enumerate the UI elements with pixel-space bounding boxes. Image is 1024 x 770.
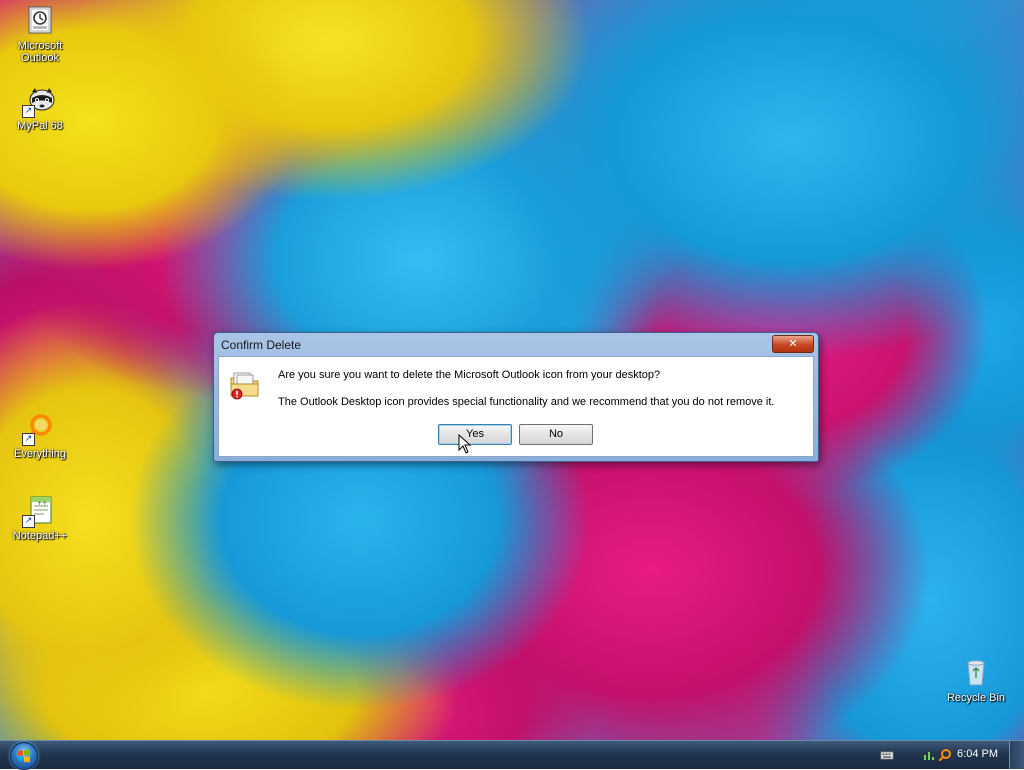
shortcut-arrow-icon: ↗ xyxy=(22,515,35,528)
start-button[interactable] xyxy=(10,742,38,770)
dialog-titlebar[interactable]: Confirm Delete ✕ xyxy=(214,333,818,355)
desktop-icon-notepadpp[interactable]: ++ ↗ Notepad++ xyxy=(2,494,78,542)
mypal-raccoon-icon: ↗ xyxy=(22,84,56,118)
shortcut-arrow-icon: ↗ xyxy=(22,433,35,446)
desktop-icon-label: Microsoft Outlook xyxy=(17,40,63,64)
shortcut-arrow-icon: ↗ xyxy=(22,105,35,118)
confirm-delete-dialog: Confirm Delete ✕ Are you sure you want t… xyxy=(213,332,819,462)
desktop-icon-label: Recycle Bin xyxy=(946,692,1006,704)
everything-search-icon: ↗ xyxy=(22,412,56,446)
desktop-icon-label: Everything xyxy=(14,448,66,460)
desktop-icon-label: MyPal 68 xyxy=(17,120,63,132)
keyboard-icon[interactable] xyxy=(880,748,894,762)
taskbar-clock[interactable]: 6:04 PM xyxy=(957,748,998,760)
close-button[interactable]: ✕ xyxy=(772,335,814,353)
delete-shortcut-icon xyxy=(228,368,262,402)
desktop-icon-microsoft-outlook[interactable]: Microsoft Outlook xyxy=(2,4,78,64)
outlook-icon xyxy=(24,4,56,36)
dialog-detail: The Outlook Desktop icon provides specia… xyxy=(278,396,775,408)
notepadpp-icon: ++ ↗ xyxy=(22,494,56,528)
yes-button[interactable]: Yes xyxy=(438,424,512,445)
search-icon[interactable] xyxy=(938,748,952,762)
dialog-message: Are you sure you want to delete the Micr… xyxy=(278,369,661,381)
no-button[interactable]: No xyxy=(519,424,593,445)
desktop-icon-recycle-bin[interactable]: Recycle Bin xyxy=(938,656,1014,704)
mouse-cursor-icon xyxy=(458,433,472,454)
system-tray: 6:04 PM xyxy=(874,741,1024,769)
taskbar: 6:04 PM xyxy=(0,740,1024,770)
dialog-body: Are you sure you want to delete the Micr… xyxy=(218,356,814,457)
desktop-icon-mypal[interactable]: ↗ MyPal 68 xyxy=(2,84,78,132)
desktop-icon-everything[interactable]: ↗ Everything xyxy=(2,412,78,460)
svg-text:++: ++ xyxy=(37,500,47,507)
recycle-bin-icon xyxy=(960,656,992,688)
network-icon[interactable] xyxy=(922,748,936,762)
dialog-title: Confirm Delete xyxy=(221,338,302,352)
windows-logo-icon xyxy=(17,749,31,763)
show-desktop-button[interactable] xyxy=(1009,741,1024,769)
desktop-icon-label: Notepad++ xyxy=(12,530,68,542)
close-icon: ✕ xyxy=(788,337,798,350)
